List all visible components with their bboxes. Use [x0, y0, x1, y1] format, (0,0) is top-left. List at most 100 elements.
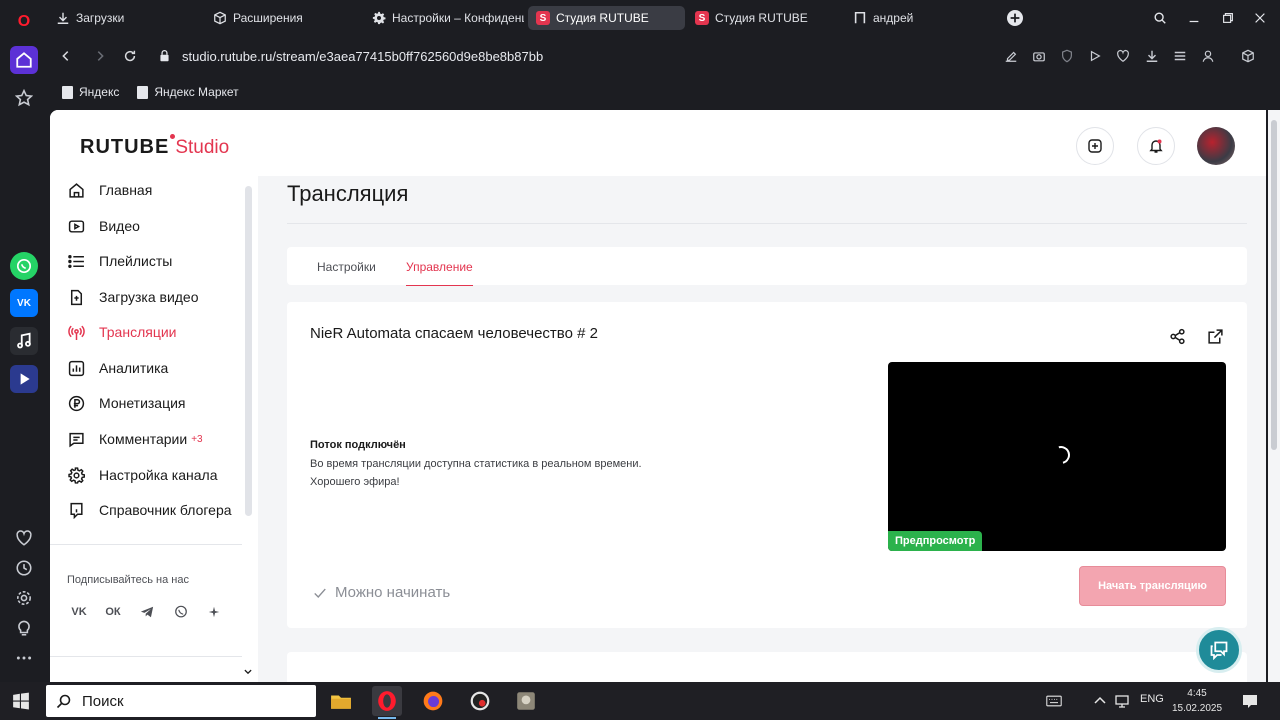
- vk-icon[interactable]: VK: [10, 289, 38, 317]
- close-icon[interactable]: [1250, 8, 1270, 28]
- address-bar: studio.rutube.ru/stream/e3aea77415b0ff76…: [48, 36, 1280, 76]
- sidebar-item-comments[interactable]: Комментарии +3: [68, 427, 203, 451]
- scroll-down-icon[interactable]: [243, 664, 253, 682]
- player-icon[interactable]: [1086, 47, 1104, 65]
- url-text: studio.rutube.ru/stream/e3aea77415b0ff76…: [182, 48, 544, 64]
- sidebar-item-broadcasts[interactable]: Трансляции: [68, 320, 176, 344]
- start-broadcast-button[interactable]: Начать трансляцию: [1079, 566, 1226, 606]
- sidebar-item-label: Видео: [99, 218, 140, 234]
- new-tab-button[interactable]: [1007, 10, 1023, 26]
- bookmark-yandex[interactable]: Яндекс: [62, 85, 119, 99]
- sidebar-item-channel-settings[interactable]: Настройка канала: [68, 463, 218, 487]
- game-icon[interactable]: [511, 686, 541, 716]
- player-icon[interactable]: [10, 365, 38, 393]
- opera-logo-icon[interactable]: O: [10, 8, 38, 36]
- scrollbar-thumb[interactable]: [1271, 120, 1277, 450]
- page-title: Трансляция: [287, 181, 409, 206]
- ok-icon[interactable]: ОК: [102, 601, 124, 623]
- search-tabs-icon[interactable]: [1150, 8, 1170, 28]
- divider: [50, 656, 242, 657]
- history-icon[interactable]: [10, 554, 38, 582]
- rutube-studio-logo[interactable]: RUTUBE Studio: [80, 134, 230, 159]
- back-icon[interactable]: [56, 46, 76, 66]
- video-icon: [68, 219, 85, 233]
- restore-icon[interactable]: [1218, 8, 1238, 28]
- notifications-button[interactable]: [1137, 127, 1175, 165]
- minimize-icon[interactable]: [1184, 8, 1204, 28]
- easy-setup-icon[interactable]: [1171, 47, 1189, 65]
- language-indicator[interactable]: ENG: [1140, 693, 1164, 705]
- touch-keyboard-icon[interactable]: [1046, 693, 1062, 709]
- file-explorer-icon[interactable]: [326, 686, 356, 716]
- open-external-icon[interactable]: [1205, 326, 1225, 346]
- sidebar-item-monetization[interactable]: Монетизация: [68, 391, 186, 415]
- sidebar-item-playlists[interactable]: Плейлисты: [68, 249, 172, 273]
- network-icon[interactable]: [1114, 693, 1130, 709]
- stream-status-title: Поток подключён: [310, 439, 406, 451]
- reload-icon[interactable]: [120, 46, 140, 66]
- sidebar-item-video[interactable]: Видео: [68, 214, 140, 238]
- lock-icon: [158, 49, 171, 67]
- vk-icon[interactable]: VK: [68, 601, 90, 623]
- sidebar-item-upload[interactable]: Загрузка видео: [68, 285, 199, 309]
- shield-icon[interactable]: [1058, 47, 1076, 65]
- whatsapp-icon[interactable]: [10, 252, 38, 280]
- obs-icon[interactable]: [465, 686, 495, 716]
- home-icon[interactable]: [10, 46, 38, 74]
- tab-management[interactable]: Управление: [406, 260, 473, 274]
- page-tabs: Настройки Управление: [287, 247, 1247, 286]
- bookmarks-bar: Яндекс Яндекс Маркет: [48, 76, 1280, 108]
- edit-icon[interactable]: [1002, 47, 1020, 65]
- sidebar-item-label: Комментарии: [99, 431, 188, 447]
- sidebar-item-home[interactable]: Главная: [68, 178, 152, 202]
- sidebar-item-label: Настройка канала: [99, 467, 218, 483]
- url-field[interactable]: studio.rutube.ru/stream/e3aea77415b0ff76…: [148, 43, 1248, 69]
- forward-icon[interactable]: [90, 46, 110, 66]
- sidebar: Главная Видео Плейлисты Загрузка видео Т…: [50, 176, 258, 682]
- tab-andrey[interactable]: андрей: [845, 6, 995, 30]
- add-content-button[interactable]: [1076, 127, 1114, 165]
- profile-icon[interactable]: [1199, 47, 1217, 65]
- rutube-s-icon: S: [695, 11, 709, 25]
- tab-rutube-studio-active[interactable]: S Студия RUTUBE: [528, 6, 685, 30]
- heart-icon[interactable]: [10, 524, 38, 552]
- support-chat-button[interactable]: [1196, 627, 1242, 673]
- music-icon[interactable]: [10, 327, 38, 355]
- notifications-icon[interactable]: [1242, 693, 1258, 709]
- sidebar-item-analytics[interactable]: Аналитика: [68, 356, 168, 380]
- telegram-icon[interactable]: [136, 601, 158, 623]
- lightbulb-icon[interactable]: [10, 614, 38, 642]
- tray-chevron-icon[interactable]: [1092, 693, 1108, 709]
- star-icon[interactable]: [10, 84, 38, 112]
- avatar[interactable]: [1197, 127, 1235, 165]
- viber-icon[interactable]: [170, 601, 192, 623]
- sidebar-item-blogger-guide[interactable]: Справочник блогера: [68, 498, 232, 522]
- downloads-icon[interactable]: [1143, 47, 1161, 65]
- tab-extensions[interactable]: Расширения: [205, 6, 360, 30]
- tab-downloads[interactable]: Загрузки: [48, 6, 198, 30]
- firefox-icon[interactable]: [418, 686, 448, 716]
- tab-settings[interactable]: Настройки: [317, 260, 376, 274]
- analytics-icon: [68, 360, 85, 376]
- heart-icon[interactable]: [1114, 47, 1132, 65]
- extensions-icon[interactable]: [1239, 47, 1257, 65]
- opera-taskbar-icon[interactable]: [372, 686, 402, 719]
- settings-icon[interactable]: [10, 584, 38, 612]
- tab-settings[interactable]: Настройки – Конфиденц: [364, 6, 524, 30]
- logo-studio: Studio: [175, 137, 230, 158]
- camera-icon[interactable]: [1030, 47, 1048, 65]
- sidebar-scrollbar[interactable]: [245, 186, 252, 516]
- share-icon[interactable]: [1167, 326, 1187, 346]
- windows-start-icon[interactable]: [12, 692, 30, 710]
- clock[interactable]: 4:45 15.02.2025: [1168, 686, 1226, 716]
- stream-preview[interactable]: Предпросмотр: [888, 362, 1226, 551]
- taskbar-search[interactable]: Поиск: [46, 685, 316, 717]
- bookmark-yandex-market[interactable]: Яндекс Маркет: [137, 85, 239, 99]
- ready-text: Можно начинать: [335, 584, 451, 601]
- sidebar-item-label: Аналитика: [99, 360, 169, 376]
- download-icon: [56, 11, 70, 25]
- page-scrollbar[interactable]: [1268, 110, 1280, 682]
- tab-rutube-studio[interactable]: S Студия RUTUBE: [687, 6, 839, 30]
- more-socials-icon[interactable]: [203, 601, 225, 623]
- more-icon[interactable]: [10, 644, 38, 672]
